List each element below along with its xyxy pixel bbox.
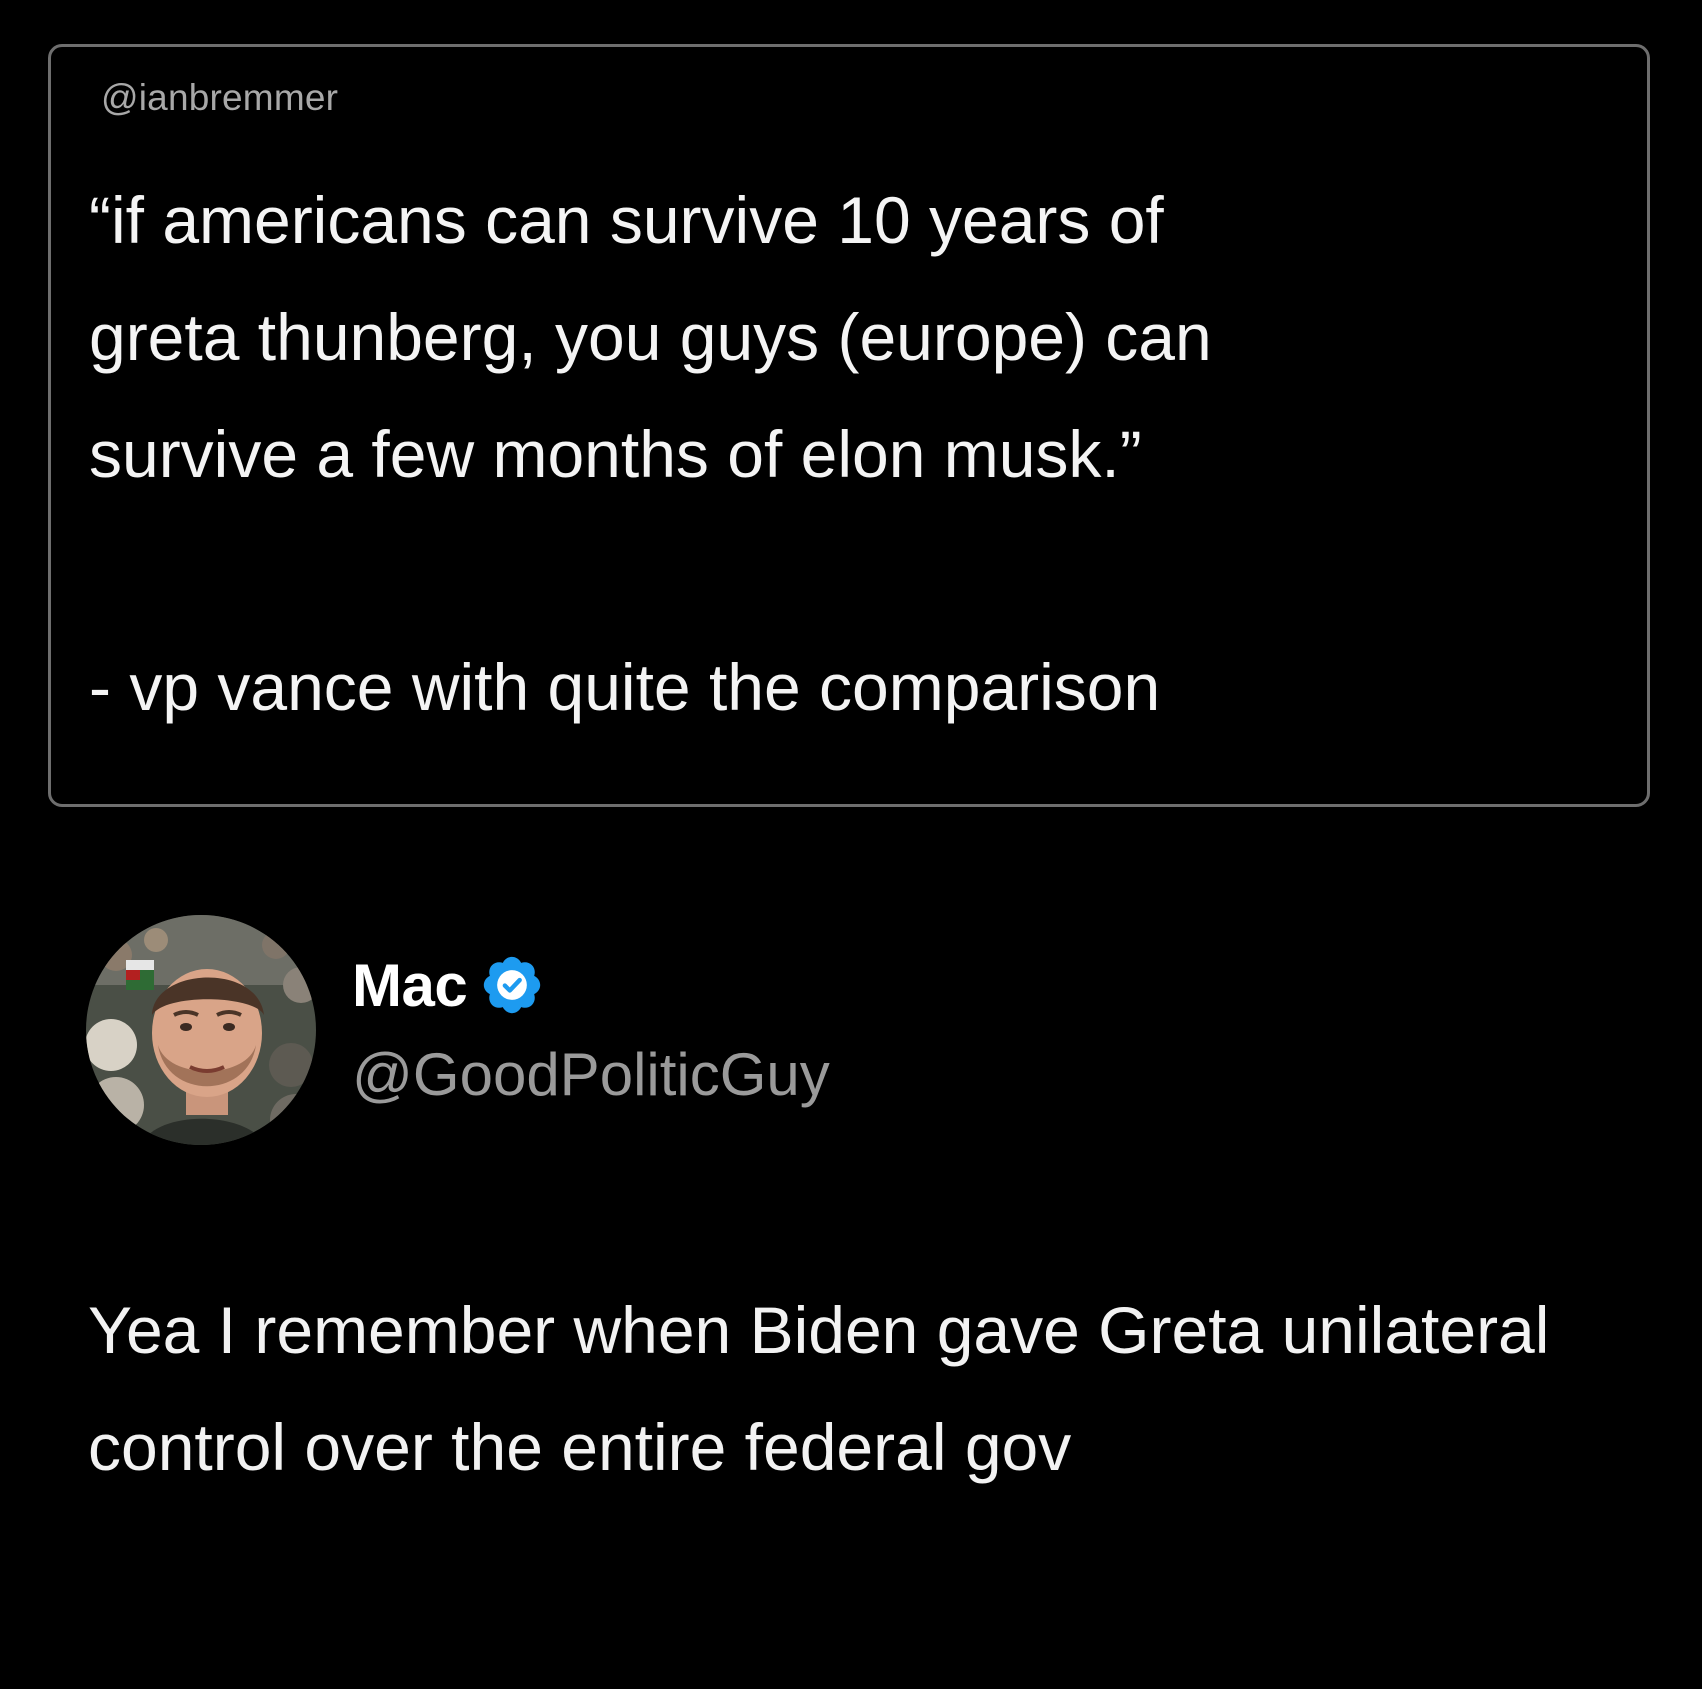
avatar[interactable] — [86, 915, 316, 1145]
author-name-row[interactable]: Mac — [352, 945, 545, 1025]
quoted-post-text: “if americans can survive 10 years of gr… — [89, 183, 1212, 491]
author-handle[interactable]: @GoodPoliticGuy — [352, 1040, 830, 1109]
verified-badge-icon — [484, 956, 541, 1014]
avatar-image — [86, 915, 316, 1145]
quoted-post-attribution: - vp vance with quite the comparison — [89, 650, 1161, 724]
author-display-name[interactable]: Mac — [352, 951, 468, 1020]
post-text: Yea I remember when Biden gave Greta uni… — [88, 1293, 1550, 1484]
quoted-post-card[interactable]: @ianbremmer “if americans can survive 10… — [48, 44, 1650, 807]
quoted-post-handle[interactable]: @ianbremmer — [101, 77, 338, 119]
